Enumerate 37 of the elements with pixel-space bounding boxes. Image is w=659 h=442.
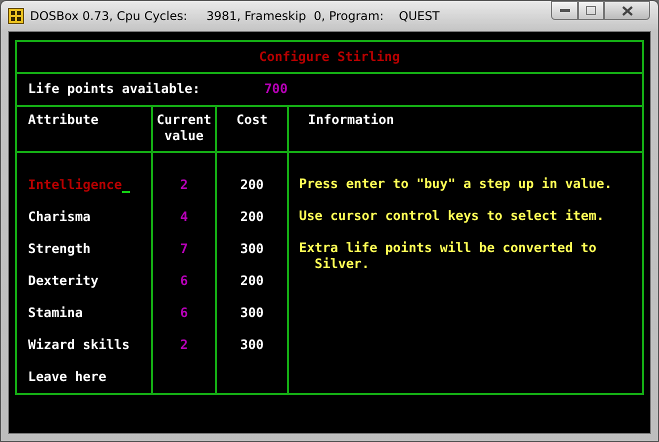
- minimize-icon: [560, 8, 570, 12]
- info-text: Use cursor control keys to select item.: [299, 209, 604, 225]
- current-value: 4: [180, 210, 188, 224]
- cost-value: 200: [240, 210, 264, 224]
- attribute-item[interactable]: Charisma: [28, 210, 91, 224]
- column-header: Information: [308, 113, 394, 130]
- life-points-value: 700: [264, 82, 288, 97]
- close-button[interactable]: [604, 1, 650, 20]
- text-cursor: [122, 191, 130, 193]
- close-icon: [622, 6, 632, 16]
- current-value: 6: [180, 274, 188, 288]
- column-header: Cost: [236, 113, 268, 130]
- attribute-item[interactable]: Stamina: [28, 306, 83, 320]
- cost-value: 200: [240, 178, 264, 192]
- dosbox-icon: [8, 8, 24, 24]
- info-text: Press enter to "buy" a step up in value.: [299, 177, 612, 193]
- current-value: 6: [180, 306, 188, 320]
- minimize-button[interactable]: [551, 1, 578, 20]
- column-header: Current value: [156, 113, 212, 146]
- attribute-item[interactable]: Wizard skills: [28, 338, 130, 352]
- attribute-item[interactable]: Dexterity: [28, 274, 98, 288]
- attribute-item[interactable]: Strength: [28, 242, 91, 256]
- current-value: 2: [180, 178, 188, 192]
- maximize-icon: [586, 6, 596, 15]
- current-value: 2: [180, 338, 188, 352]
- attribute-item[interactable]: Leave here: [28, 370, 106, 384]
- cost-value: 300: [240, 306, 264, 320]
- maximize-button[interactable]: [578, 1, 604, 20]
- panel-heading: Configure Stirling: [259, 50, 400, 64]
- info-text: Extra life points will be converted to Silver.: [299, 241, 596, 273]
- cost-value: 200: [240, 274, 264, 288]
- life-points-label: Life points available:: [28, 82, 200, 97]
- current-value: 7: [180, 242, 188, 256]
- window-title: DOSBox 0.73, Cpu Cycles: 3981, Frameskip 0, Program: QUEST: [30, 9, 441, 23]
- cost-value: 300: [240, 242, 264, 256]
- column-header: Attribute: [28, 113, 98, 130]
- cost-value: 300: [240, 338, 264, 352]
